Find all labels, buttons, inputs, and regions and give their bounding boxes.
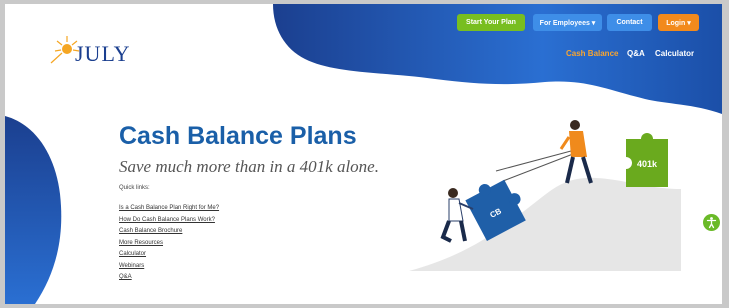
- list-item: Webinars: [119, 254, 219, 269]
- puzzle-illustration: 401k CB: [409, 120, 681, 271]
- quick-links-label: Quick links:: [119, 185, 150, 191]
- quick-link[interactable]: Q&A: [119, 274, 132, 280]
- puzzle-401k-label: 401k: [637, 159, 658, 169]
- list-item: Is a Cash Balance Plan Right for Me?: [119, 196, 219, 211]
- nav-cash-balance[interactable]: Cash Balance: [566, 49, 618, 58]
- for-employees-dropdown[interactable]: For Employees ▾: [533, 14, 602, 31]
- accessibility-icon: [706, 217, 717, 229]
- page-title: Cash Balance Plans: [119, 122, 357, 150]
- logo[interactable]: JULY: [75, 41, 131, 67]
- puzzle-401k-icon: 401k: [620, 133, 668, 187]
- contact-button[interactable]: Contact: [607, 14, 652, 31]
- person-pushing-icon: [440, 188, 474, 243]
- page: JULY Start Your Plan For Employees ▾ Con…: [5, 4, 722, 304]
- accessibility-button[interactable]: [703, 214, 720, 231]
- page-subtitle: Save much more than in a 401k alone.: [119, 157, 379, 176]
- list-item: Calculator: [119, 242, 219, 257]
- nav-calculator[interactable]: Calculator: [655, 49, 694, 58]
- list-item: How Do Cash Balance Plans Work?: [119, 208, 219, 223]
- login-dropdown[interactable]: Login ▾: [658, 14, 699, 31]
- quick-links-list: Is a Cash Balance Plan Right for Me? How…: [119, 196, 219, 280]
- nav-qa[interactable]: Q&A: [627, 49, 645, 58]
- person-pulling-icon: [559, 120, 593, 184]
- start-your-plan-button[interactable]: Start Your Plan: [457, 14, 525, 31]
